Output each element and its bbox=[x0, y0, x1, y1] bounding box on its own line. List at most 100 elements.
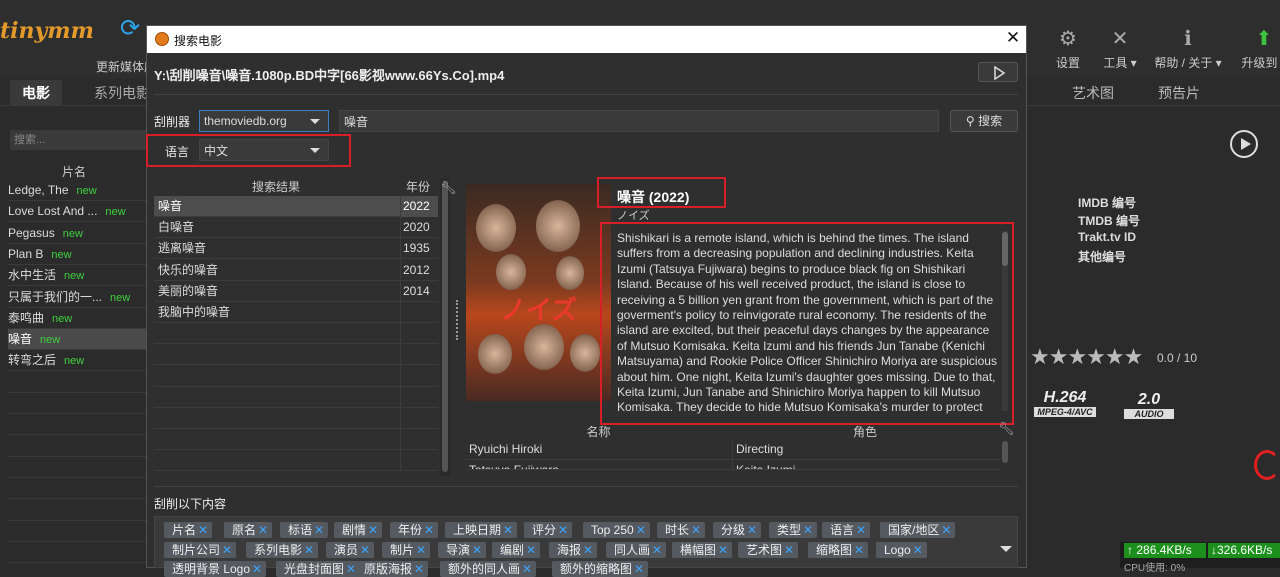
remove-tag-icon[interactable]: ✕ bbox=[854, 543, 864, 557]
movie-list-item[interactable]: 转弯之后 new bbox=[8, 350, 152, 372]
movie-list-item[interactable]: Pegasus new bbox=[8, 223, 152, 244]
tab-artwork[interactable]: 艺术图 bbox=[1060, 80, 1126, 106]
movie-list-item[interactable]: 只属于我们的一... new bbox=[8, 287, 152, 308]
remove-tag-icon[interactable]: ✕ bbox=[258, 523, 268, 537]
movie-list-item[interactable]: 水中生活 new bbox=[8, 265, 152, 287]
imdb-id-label: IMDB 编号 bbox=[1078, 196, 1136, 210]
help-button[interactable]: ℹ 帮助 / 关于 ▾ bbox=[1150, 26, 1226, 71]
result-row[interactable]: 逃离噪音 1935 bbox=[154, 238, 438, 260]
tab-movies[interactable]: 电影 bbox=[10, 80, 62, 106]
search-query-input[interactable]: 噪音 bbox=[339, 110, 939, 132]
scraper-select[interactable]: themoviedb.org bbox=[199, 110, 329, 132]
crew-scrollbar[interactable] bbox=[1002, 441, 1008, 463]
empty-row bbox=[154, 408, 438, 429]
movie-search-input[interactable]: 搜索... bbox=[10, 130, 150, 150]
remove-tag-icon[interactable]: ✕ bbox=[472, 543, 482, 557]
movie-list-item[interactable]: Ledge, The new bbox=[8, 180, 152, 201]
refresh-icon[interactable]: ⟳ bbox=[120, 14, 140, 43]
wrench-icon[interactable]: 🔧︎ bbox=[998, 421, 1015, 437]
remove-tag-icon[interactable]: ✕ bbox=[634, 562, 644, 576]
splitter-handle[interactable] bbox=[456, 300, 459, 340]
remove-tag-icon[interactable]: ✕ bbox=[718, 543, 728, 557]
original-title: ノイズ bbox=[617, 210, 650, 222]
results-scrollbar-thumb[interactable] bbox=[442, 182, 448, 472]
result-row[interactable]: 白噪音 2020 bbox=[154, 217, 438, 239]
new-badge: new bbox=[40, 334, 61, 347]
remove-tag-icon[interactable]: ✕ bbox=[636, 523, 646, 537]
remove-tag-icon[interactable]: ✕ bbox=[314, 523, 324, 537]
result-year bbox=[400, 386, 438, 408]
remove-tag-icon[interactable]: ✕ bbox=[691, 523, 701, 537]
remove-tag-icon[interactable]: ✕ bbox=[941, 523, 951, 537]
remove-tag-icon[interactable]: ✕ bbox=[583, 543, 593, 557]
close-icon[interactable]: ✕ bbox=[1004, 28, 1022, 48]
wrench-icon[interactable]: 🔧︎ bbox=[440, 180, 457, 196]
remove-tag-icon[interactable]: ✕ bbox=[416, 543, 426, 557]
remove-tag-icon[interactable]: ✕ bbox=[424, 523, 434, 537]
remove-tag-icon[interactable]: ✕ bbox=[360, 543, 370, 557]
empty-row bbox=[8, 436, 152, 457]
remove-tag-icon[interactable]: ✕ bbox=[503, 523, 513, 537]
remove-tag-icon[interactable]: ✕ bbox=[526, 543, 536, 557]
remove-tag-icon[interactable]: ✕ bbox=[747, 523, 757, 537]
scrape-option-label: Top 250 bbox=[591, 523, 634, 537]
empty-row bbox=[154, 386, 438, 408]
movie-list-item[interactable]: Love Lost And ... new bbox=[8, 201, 152, 223]
dialog-titlebar bbox=[147, 26, 1026, 53]
remove-tag-icon[interactable]: ✕ bbox=[856, 523, 866, 537]
movie-list-item[interactable]: Plan B new bbox=[8, 244, 152, 265]
settings-button[interactable]: ⚙ 设置 bbox=[1050, 26, 1086, 71]
empty-row bbox=[8, 457, 152, 478]
movie-list-item[interactable]: 噪音 new bbox=[8, 329, 152, 351]
wrench-icon: ✕ bbox=[1111, 28, 1129, 50]
chevron-down-icon bbox=[310, 119, 320, 124]
remove-tag-icon[interactable]: ✕ bbox=[414, 562, 424, 576]
remove-tag-icon[interactable]: ✕ bbox=[198, 523, 208, 537]
movie-list-item[interactable]: 泰鸣曲 new bbox=[8, 308, 152, 329]
remove-tag-icon[interactable]: ✕ bbox=[368, 523, 378, 537]
rating-stars: ★★★★★★ bbox=[1030, 344, 1143, 369]
result-year: 2020 bbox=[400, 217, 438, 239]
tools-button[interactable]: ✕ 工具 ▾ bbox=[1098, 26, 1142, 71]
upgrade-button[interactable]: ⬆升级到 v bbox=[1234, 26, 1280, 71]
new-badge: new bbox=[51, 248, 72, 261]
result-row[interactable]: 我脑中的噪音 bbox=[154, 302, 438, 323]
other-id-label: 其他编号 bbox=[1078, 250, 1127, 264]
movie-list-title: 水中生活 bbox=[8, 268, 57, 283]
search-button[interactable]: ⚲ 搜索 bbox=[950, 110, 1018, 132]
tab-trailer[interactable]: 预告片 bbox=[1146, 80, 1212, 106]
scrape-option-tag: 时长 ✕ bbox=[657, 522, 706, 538]
result-row[interactable]: 美丽的噪音 2014 bbox=[154, 280, 438, 302]
new-badge: new bbox=[64, 355, 85, 368]
play-trailer-icon[interactable] bbox=[1230, 130, 1258, 158]
language-select[interactable]: 中文 bbox=[199, 139, 329, 161]
result-year: 2014 bbox=[400, 280, 438, 302]
scrape-option-label: 类型 bbox=[777, 523, 802, 537]
video-codec: H.264 bbox=[1043, 389, 1087, 406]
crew-row[interactable]: Tatsuya Fujiwara Keita Izumi bbox=[466, 460, 1000, 470]
result-row[interactable]: 快乐的噪音 2012 bbox=[154, 259, 438, 281]
empty-row bbox=[8, 521, 152, 542]
remove-tag-icon[interactable]: ✕ bbox=[304, 543, 314, 557]
remove-tag-icon[interactable]: ✕ bbox=[346, 562, 356, 576]
remove-tag-icon[interactable]: ✕ bbox=[252, 562, 262, 576]
new-badge: new bbox=[64, 270, 85, 283]
remove-tag-icon[interactable]: ✕ bbox=[522, 562, 532, 576]
remove-tag-icon[interactable]: ✕ bbox=[803, 523, 813, 537]
remove-tag-icon[interactable]: ✕ bbox=[652, 543, 662, 557]
plot-scrollbar-thumb[interactable] bbox=[1002, 232, 1008, 266]
remove-tag-icon[interactable]: ✕ bbox=[558, 523, 568, 537]
new-badge: new bbox=[52, 312, 73, 325]
upload-speed: ↑ 286.4KB/s bbox=[1124, 543, 1206, 558]
remove-tag-icon[interactable]: ✕ bbox=[222, 543, 232, 557]
result-row[interactable]: 噪音 2022 bbox=[154, 196, 438, 217]
gear-icon: ⚙ bbox=[1059, 28, 1077, 50]
scrape-option-tag: 艺术图 ✕ bbox=[738, 542, 799, 558]
chevron-down-icon[interactable] bbox=[1000, 546, 1012, 552]
scrape-option-tag: 系列电影 ✕ bbox=[246, 542, 319, 558]
play-file-button[interactable] bbox=[978, 62, 1018, 82]
remove-tag-icon[interactable]: ✕ bbox=[784, 543, 794, 557]
remove-tag-icon[interactable]: ✕ bbox=[913, 543, 923, 557]
crew-row[interactable]: Ryuichi Hiroki Directing bbox=[466, 439, 1000, 460]
result-year bbox=[400, 429, 438, 451]
